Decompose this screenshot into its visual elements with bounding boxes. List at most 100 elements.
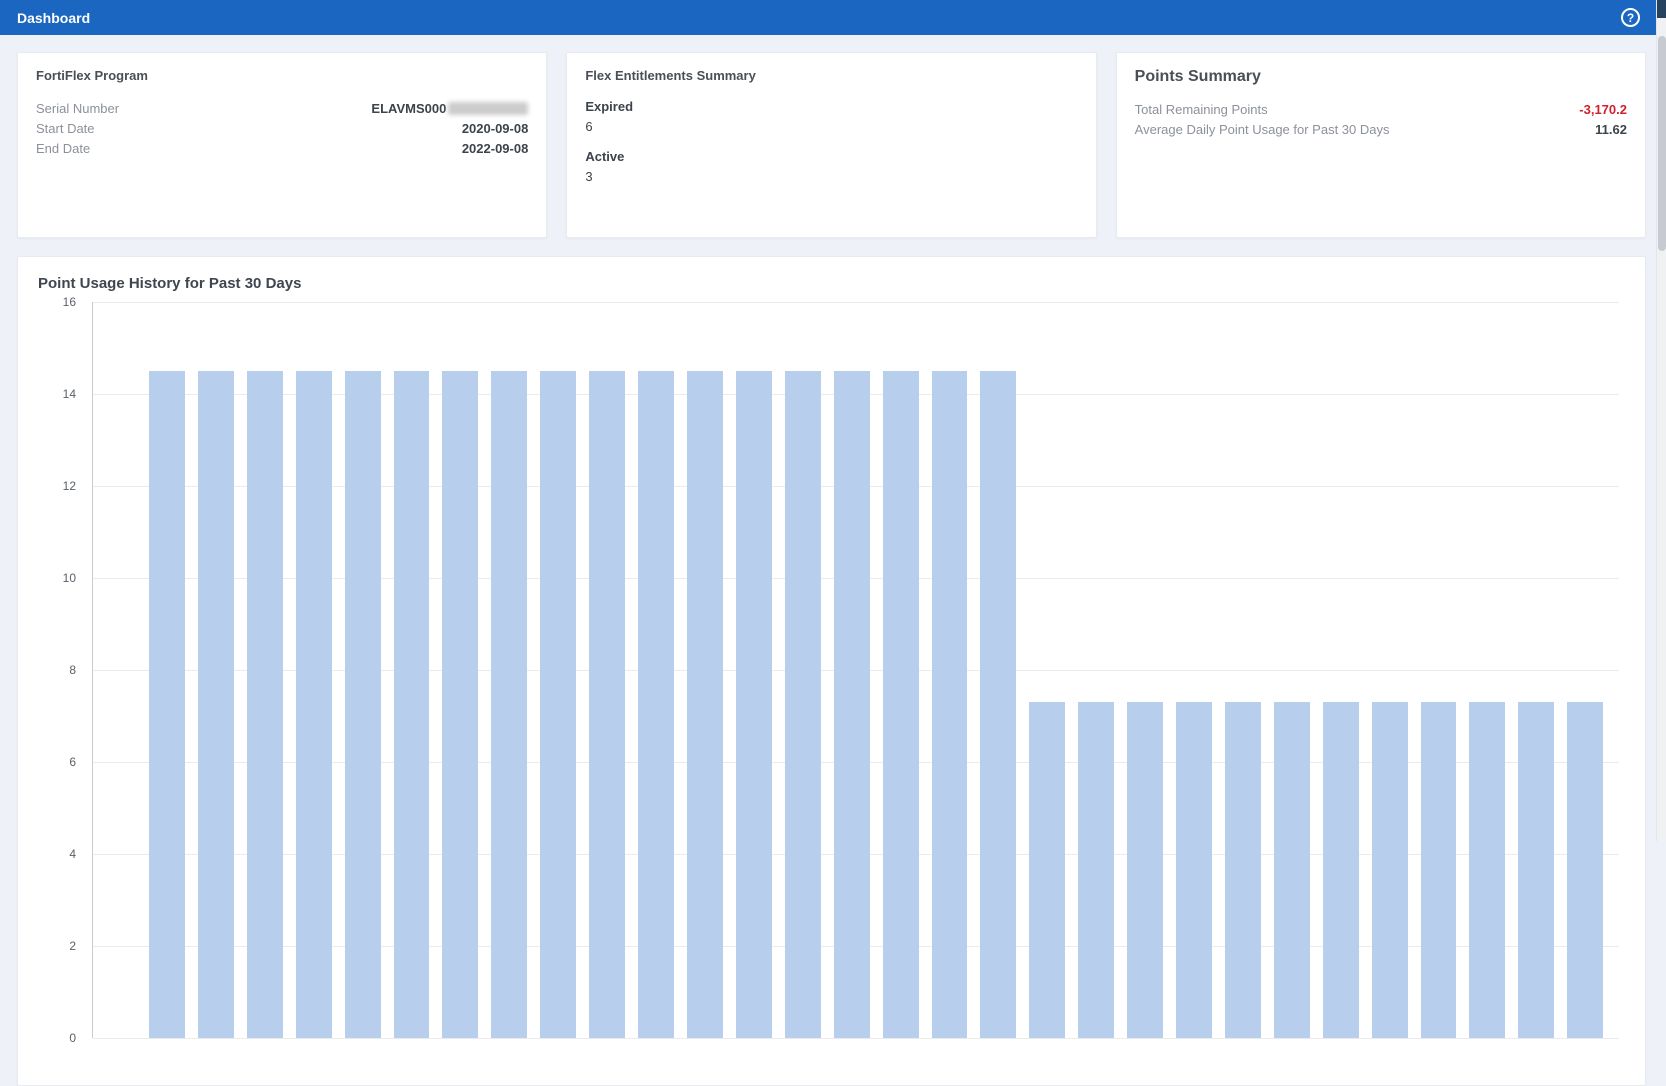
y-tick-label: 16 [63, 295, 76, 309]
bar-slot [149, 302, 185, 1038]
top-navbar: Dashboard ? [0, 0, 1666, 35]
main-content: FortiFlex Program Serial Number ELAVMS00… [0, 35, 1666, 1086]
chart-title: Point Usage History for Past 30 Days [38, 275, 1625, 292]
serial-redaction [448, 102, 528, 115]
card-title: Points Summary [1135, 68, 1627, 86]
y-tick-label: 4 [69, 847, 76, 861]
bar-slot [980, 302, 1016, 1038]
total-remaining-points-row: Total Remaining Points -3,170.2 [1135, 100, 1627, 119]
bar [834, 371, 870, 1038]
bar [687, 371, 723, 1038]
bar-slot [883, 302, 919, 1038]
bar-slot [1078, 302, 1114, 1038]
bar [1518, 702, 1554, 1038]
avg-daily-usage-row: Average Daily Point Usage for Past 30 Da… [1135, 120, 1627, 139]
bar [442, 371, 478, 1038]
avg-daily-usage-label: Average Daily Point Usage for Past 30 Da… [1135, 120, 1390, 139]
bar [736, 371, 772, 1038]
end-date-value: 2022-09-08 [462, 139, 529, 158]
active-group: Active 3 [585, 149, 1077, 184]
bar-slot [345, 302, 381, 1038]
serial-number-row: Serial Number ELAVMS000 [36, 99, 528, 118]
bar-slot [589, 302, 625, 1038]
card-title: Flex Entitlements Summary [585, 68, 1077, 83]
bar [589, 371, 625, 1038]
bar-slot [1029, 302, 1065, 1038]
y-tick-label: 0 [69, 1031, 76, 1045]
start-date-value: 2020-09-08 [462, 119, 529, 138]
bar-slot [442, 302, 478, 1038]
plot-area [92, 302, 1619, 1038]
serial-number-text: ELAVMS000 [371, 99, 446, 118]
help-icon[interactable]: ? [1621, 8, 1640, 27]
bar [1323, 702, 1359, 1038]
y-tick-label: 10 [63, 571, 76, 585]
total-remaining-points-label: Total Remaining Points [1135, 100, 1268, 119]
card-title: FortiFlex Program [36, 68, 528, 83]
flex-entitlements-card: Flex Entitlements Summary Expired 6 Acti… [566, 52, 1096, 238]
bar-slot [1518, 302, 1554, 1038]
bar-slot [394, 302, 430, 1038]
bar [491, 371, 527, 1038]
y-axis: 0246810121416 [38, 302, 86, 1038]
bar-slot [540, 302, 576, 1038]
y-tick-label: 2 [69, 939, 76, 953]
y-tick-label: 14 [63, 387, 76, 401]
scrollbar[interactable] [1656, 0, 1666, 841]
start-date-label: Start Date [36, 119, 95, 138]
bar-slot [491, 302, 527, 1038]
bar [785, 371, 821, 1038]
serial-number-label: Serial Number [36, 99, 119, 118]
bar [149, 371, 185, 1038]
y-tick-label: 8 [69, 663, 76, 677]
bar-slot [1127, 302, 1163, 1038]
expired-label: Expired [585, 99, 1077, 114]
bar [932, 371, 968, 1038]
bar [1127, 702, 1163, 1038]
bar [1567, 702, 1603, 1038]
bar [198, 371, 234, 1038]
y-tick-label: 6 [69, 755, 76, 769]
bar-slot [736, 302, 772, 1038]
gridline [93, 1038, 1619, 1039]
scrollbar-thumb[interactable] [1658, 36, 1666, 251]
bar-slot [785, 302, 821, 1038]
bar-slot [638, 302, 674, 1038]
bars-container [93, 302, 1619, 1038]
points-summary-card: Points Summary Total Remaining Points -3… [1116, 52, 1646, 238]
bar-slot [932, 302, 968, 1038]
bar-slot [296, 302, 332, 1038]
bar [980, 371, 1016, 1038]
point-usage-chart-card: Point Usage History for Past 30 Days 0 2 4… [17, 256, 1646, 1086]
bar [1029, 702, 1065, 1038]
end-date-row: End Date 2022-09-08 [36, 139, 528, 158]
bar [247, 371, 283, 1038]
bar-slot [198, 302, 234, 1038]
bar-slot [834, 302, 870, 1038]
bar [296, 371, 332, 1038]
bar [394, 371, 430, 1038]
y-tick-label: 12 [63, 479, 76, 493]
bar [1078, 702, 1114, 1038]
end-date-label: End Date [36, 139, 90, 158]
avg-daily-usage-value: 11.62 [1595, 120, 1627, 139]
active-label: Active [585, 149, 1077, 164]
bar-slot [1323, 302, 1359, 1038]
bar [1469, 702, 1505, 1038]
total-remaining-points-value: -3,170.2 [1579, 100, 1627, 119]
bar [345, 371, 381, 1038]
bar [1225, 702, 1261, 1038]
summary-cards-row: FortiFlex Program Serial Number ELAVMS00… [17, 52, 1646, 238]
expired-count: 6 [585, 119, 1077, 134]
bar [1274, 702, 1310, 1038]
bar [1372, 702, 1408, 1038]
bar-slot [1274, 302, 1310, 1038]
bar-chart: 0246810121416 [38, 302, 1625, 1062]
bar-slot [1421, 302, 1457, 1038]
expired-group: Expired 6 [585, 99, 1077, 134]
bar [883, 371, 919, 1038]
active-count: 3 [585, 169, 1077, 184]
bar-slot [687, 302, 723, 1038]
scrollbar-top-cap [1657, 0, 1666, 18]
start-date-row: Start Date 2020-09-08 [36, 119, 528, 138]
